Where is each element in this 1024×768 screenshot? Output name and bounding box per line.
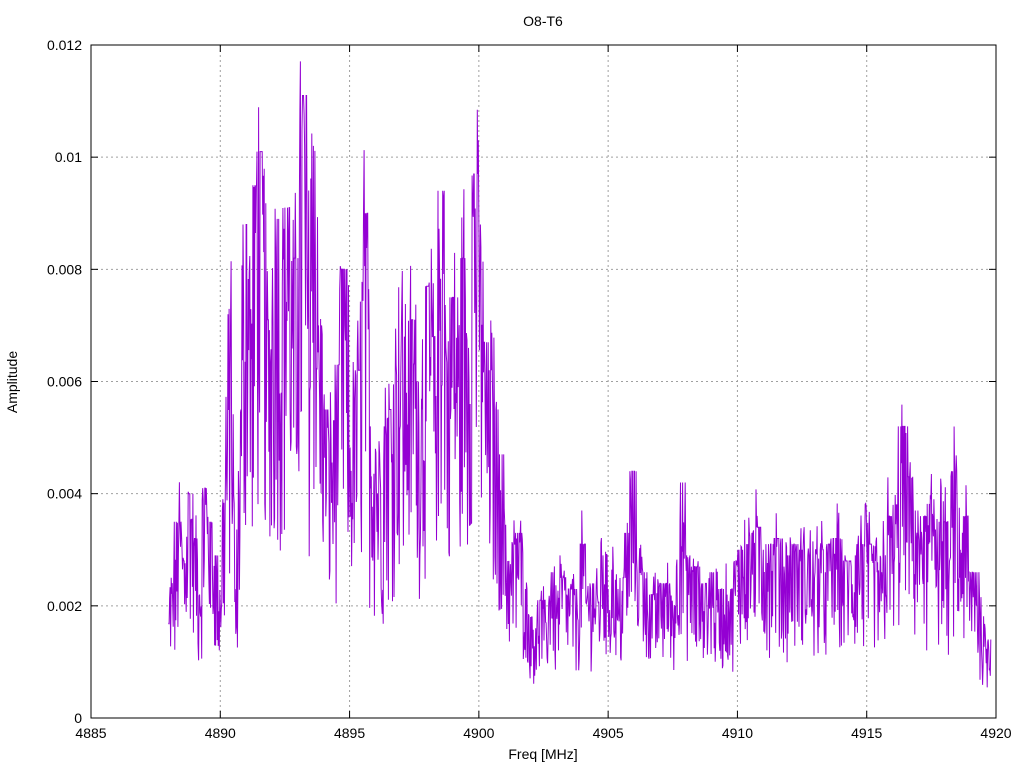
chart-title: O8-T6 <box>523 13 563 29</box>
x-tick-label: 4890 <box>205 725 236 741</box>
y-tick-label: 0.01 <box>55 149 82 165</box>
y-tick-label: 0.006 <box>47 374 82 390</box>
series-layer <box>168 61 992 688</box>
y-tick-label: 0 <box>74 710 82 726</box>
x-tick-label: 4920 <box>980 725 1011 741</box>
x-tick-label: 4905 <box>593 725 624 741</box>
x-axis-label: Freq [MHz] <box>508 746 577 762</box>
y-tick-label: 0.012 <box>47 37 82 53</box>
x-tick-label: 4885 <box>75 725 106 741</box>
y-tick-label: 0.002 <box>47 598 82 614</box>
series-line-0 <box>168 61 992 688</box>
y-tick-label: 0.004 <box>47 486 82 502</box>
y-axis-label: Amplitude <box>4 351 20 413</box>
amplitude-spectrum-chart: 4885 4890 4895 4900 4905 4910 4915 4920 0 0.002 0.… <box>4 13 1012 762</box>
x-tick-label: 4915 <box>851 725 882 741</box>
y-tick-label: 0.008 <box>47 261 82 277</box>
x-tick-label: 4900 <box>463 725 494 741</box>
x-tick-label: 4895 <box>334 725 365 741</box>
x-tick-label: 4910 <box>722 725 753 741</box>
